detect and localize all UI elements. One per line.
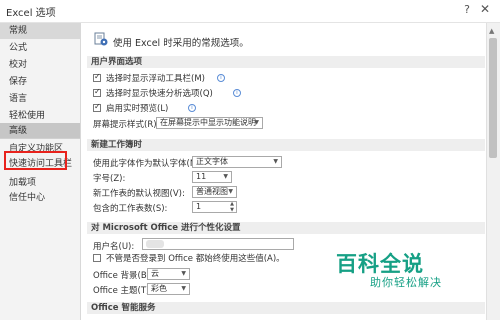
sidebar-item-language[interactable]: 语言 xyxy=(0,91,80,107)
window-title: Excel 选项 xyxy=(6,8,56,19)
chevron-down-icon: ▼ xyxy=(181,270,186,277)
watermark-subtitle: 助你轻松解决 xyxy=(370,276,442,289)
username-label: 用户名(U): xyxy=(93,242,135,252)
close-icon[interactable]: ✕ xyxy=(480,2,490,16)
sidebar-item-advanced[interactable]: 高级 xyxy=(0,123,80,139)
sidebar: 常规 公式 校对 保存 语言 轻松使用 高级 自定义功能区 快速访问工具栏 加载… xyxy=(0,23,81,320)
office-theme-label: Office 主题(T): xyxy=(93,286,153,296)
help-icon[interactable]: ? xyxy=(464,3,470,16)
section-personalize: 对 Microsoft Office 进行个性化设置 xyxy=(87,222,485,234)
office-background-select[interactable]: 云 ▼ xyxy=(147,268,190,280)
general-settings-icon xyxy=(94,32,108,46)
mini-toolbar-checkbox[interactable] xyxy=(93,72,101,82)
always-use-label: 不管是否登录到 Office 都始终使用这些值(A)。 xyxy=(106,254,285,264)
section-ui-options: 用户界面选项 xyxy=(87,56,485,68)
info-icon[interactable]: i xyxy=(188,104,196,112)
title-bar: Excel 选项 ? ✕ xyxy=(0,0,500,23)
sidebar-item-save[interactable]: 保存 xyxy=(0,74,80,90)
office-background-label: Office 背景(B): xyxy=(93,271,153,281)
chevron-down-icon: ▼ xyxy=(254,119,259,126)
default-font-select[interactable]: 正文字体 ▼ xyxy=(192,156,282,168)
chevron-down-icon: ▼ xyxy=(273,158,278,165)
mini-toolbar-label: 选择时显示浮动工具栏(M) xyxy=(106,74,205,84)
sheet-count-spinner[interactable]: 1 ▲ ▼ xyxy=(192,201,237,213)
chevron-down-icon: ▼ xyxy=(228,188,233,195)
info-icon[interactable]: i xyxy=(233,89,241,97)
username-input[interactable] xyxy=(142,238,294,250)
quick-analysis-label: 选择时显示快速分析选项(Q) xyxy=(106,89,213,99)
highlight-box xyxy=(4,151,67,170)
default-view-label: 新工作表的默认视图(V): xyxy=(93,189,185,199)
sidebar-item-add-ins[interactable]: 加载项 xyxy=(0,175,80,191)
chevron-down-icon: ▼ xyxy=(223,173,228,180)
redacted-username xyxy=(146,240,164,248)
section-new-workbook: 新建工作簿时 xyxy=(87,139,485,151)
font-size-select[interactable]: 11 ▼ xyxy=(192,171,232,183)
page-header: 使用 Excel 时采用的常规选项。 xyxy=(113,38,249,49)
sidebar-item-ease-of-access[interactable]: 轻松使用 xyxy=(0,108,80,124)
quick-analysis-checkbox[interactable] xyxy=(93,87,101,97)
sidebar-item-general[interactable]: 常规 xyxy=(0,23,80,39)
info-icon[interactable]: i xyxy=(217,74,225,82)
font-size-label: 字号(Z): xyxy=(93,174,126,184)
default-view-select[interactable]: 普通视图 ▼ xyxy=(192,186,237,198)
chevron-down-icon: ▼ xyxy=(181,285,186,292)
sidebar-item-proofing[interactable]: 校对 xyxy=(0,57,80,73)
live-preview-checkbox[interactable] xyxy=(93,102,101,112)
sidebar-divider xyxy=(0,138,80,139)
always-use-checkbox[interactable] xyxy=(93,254,101,262)
section-intelligent-services: Office 智能服务 xyxy=(87,302,485,314)
sheet-count-label: 包含的工作表数(S): xyxy=(93,204,168,214)
screentip-label: 屏幕提示样式(R): xyxy=(93,120,160,130)
live-preview-label: 启用实时预览(L) xyxy=(106,104,169,114)
default-font-label: 使用此字体作为默认字体(N): xyxy=(93,159,203,169)
spinner-arrows-icon[interactable]: ▲ ▼ xyxy=(230,201,234,213)
scroll-up-icon[interactable]: ▲ xyxy=(489,27,494,35)
sidebar-item-trust-center[interactable]: 信任中心 xyxy=(0,190,80,206)
scrollbar-thumb[interactable] xyxy=(489,38,497,158)
screentip-select[interactable]: 在屏幕提示中显示功能说明 ▼ xyxy=(156,117,263,129)
office-theme-select[interactable]: 彩色 ▼ xyxy=(147,283,190,295)
sidebar-item-formulas[interactable]: 公式 xyxy=(0,40,80,56)
